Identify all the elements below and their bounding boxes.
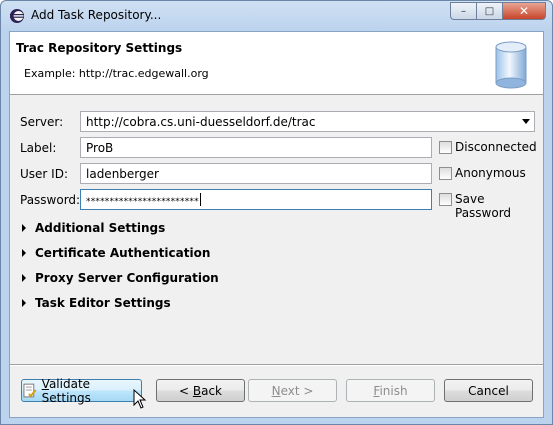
user-id-input[interactable]: ladenberger bbox=[80, 163, 432, 184]
expand-arrow-icon[interactable] bbox=[22, 249, 26, 257]
user-id-label: User ID: bbox=[20, 167, 68, 181]
save-password-checkbox[interactable] bbox=[439, 193, 452, 206]
validate-button-label: Validate Settings bbox=[42, 377, 141, 405]
text-caret bbox=[199, 193, 201, 206]
minimize-button[interactable]: – bbox=[450, 2, 476, 20]
anonymous-label[interactable]: Anonymous bbox=[455, 166, 526, 180]
server-value: http://cobra.cs.uni-duesseldorf.de/trac bbox=[86, 115, 316, 129]
back-button-label: < Back bbox=[179, 384, 222, 398]
repository-icon bbox=[495, 41, 527, 89]
anonymous-checkbox[interactable] bbox=[439, 167, 452, 180]
close-button[interactable]: ✕ bbox=[502, 2, 546, 20]
validate-icon bbox=[23, 383, 37, 397]
next-button[interactable]: Next > bbox=[248, 379, 337, 402]
password-value: ************************ bbox=[86, 197, 199, 207]
maximize-button[interactable]: □ bbox=[476, 2, 502, 20]
title-bar[interactable]: Add Task Repository... – □ ✕ bbox=[1, 1, 552, 31]
validate-label-rest: alidate Settings bbox=[41, 376, 91, 405]
dialog-client-area: Trac Repository Settings Example: http:/… bbox=[9, 31, 544, 418]
section-label: Certificate Authentication bbox=[35, 246, 211, 260]
disconnected-checkbox[interactable] bbox=[439, 141, 452, 154]
section-proxy-server-configuration[interactable]: Proxy Server Configuration bbox=[22, 271, 219, 285]
page-title: Trac Repository Settings bbox=[16, 41, 183, 55]
validate-settings-button[interactable]: Validate Settings bbox=[21, 377, 142, 405]
wizard-header: Trac Repository Settings Example: http:/… bbox=[10, 32, 543, 95]
page-description: Example: http://trac.edgewall.org bbox=[24, 67, 209, 80]
cancel-button-label: Cancel bbox=[468, 383, 509, 398]
expand-arrow-icon[interactable] bbox=[22, 224, 26, 232]
dialog-window: Add Task Repository... – □ ✕ Trac Reposi… bbox=[0, 0, 553, 425]
close-icon: ✕ bbox=[518, 4, 530, 18]
save-password-label[interactable]: Save Password bbox=[455, 192, 543, 220]
cancel-button[interactable]: Cancel bbox=[444, 379, 533, 402]
expand-arrow-icon[interactable] bbox=[22, 299, 26, 307]
expand-arrow-icon[interactable] bbox=[22, 274, 26, 282]
section-label: Task Editor Settings bbox=[35, 296, 171, 310]
label-input[interactable]: ProB bbox=[80, 137, 432, 158]
back-button[interactable]: < Back bbox=[156, 379, 245, 402]
maximize-icon: □ bbox=[484, 5, 495, 17]
finish-button-label: Finish bbox=[373, 384, 407, 398]
settings-form: Server: http://cobra.cs.uni-duesseldorf.… bbox=[10, 94, 543, 364]
caption-buttons: – □ ✕ bbox=[450, 2, 546, 21]
user-id-value: ladenberger bbox=[86, 167, 159, 181]
section-certificate-authentication[interactable]: Certificate Authentication bbox=[22, 246, 210, 260]
server-combo[interactable]: http://cobra.cs.uni-duesseldorf.de/trac bbox=[80, 111, 535, 132]
window-title: Add Task Repository... bbox=[31, 8, 162, 22]
chevron-down-icon[interactable] bbox=[522, 119, 530, 124]
section-additional-settings[interactable]: Additional Settings bbox=[22, 221, 165, 235]
mouse-pointer-icon bbox=[133, 389, 147, 409]
finish-label-rest: inish bbox=[379, 383, 408, 398]
next-mnemonic: N bbox=[271, 383, 281, 398]
next-label-rest: ext > bbox=[280, 383, 314, 398]
password-input[interactable]: ************************ bbox=[80, 189, 432, 210]
label-value: ProB bbox=[86, 141, 114, 155]
minimize-icon: – bbox=[461, 5, 466, 17]
section-task-editor-settings[interactable]: Task Editor Settings bbox=[22, 296, 171, 310]
back-label-rest: ack bbox=[201, 383, 222, 398]
eclipse-icon bbox=[10, 9, 24, 23]
label-label: Label: bbox=[20, 141, 57, 155]
section-label: Additional Settings bbox=[35, 221, 166, 235]
back-mnemonic: B bbox=[192, 383, 202, 398]
disconnected-label[interactable]: Disconnected bbox=[455, 140, 537, 154]
next-button-label: Next > bbox=[272, 384, 314, 398]
password-label: Password: bbox=[20, 193, 81, 207]
back-prefix: < bbox=[178, 383, 193, 398]
section-label: Proxy Server Configuration bbox=[35, 271, 219, 285]
server-label: Server: bbox=[20, 115, 64, 129]
button-bar-separator bbox=[10, 364, 543, 366]
finish-button[interactable]: Finish bbox=[346, 379, 435, 402]
validate-mnemonic: V bbox=[41, 376, 49, 391]
